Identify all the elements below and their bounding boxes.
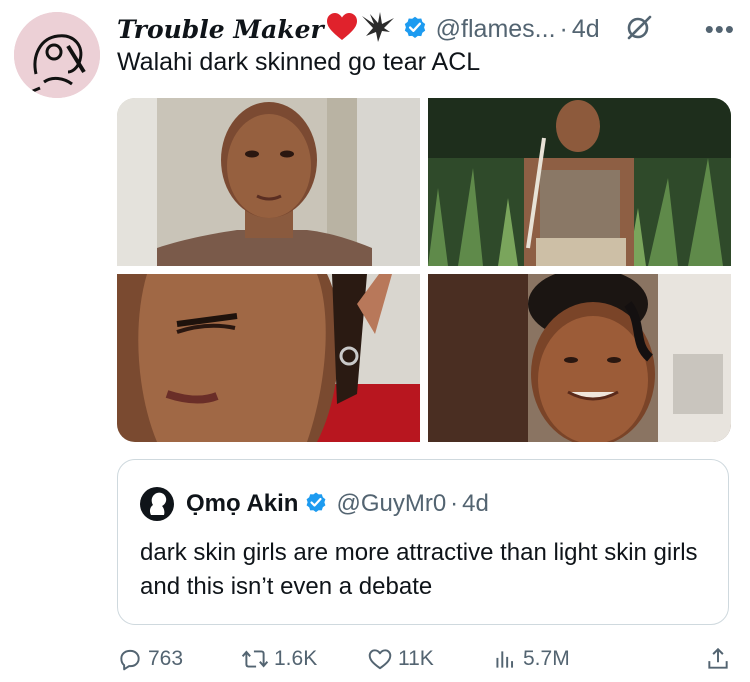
like-count: 11K bbox=[398, 647, 434, 670]
tweet-header: Trouble Maker @flames... · 4d ••• bbox=[117, 10, 737, 49]
verified-badge-icon[interactable] bbox=[402, 14, 428, 45]
quoted-author-name[interactable]: Ọmọ Akin bbox=[186, 490, 298, 518]
reply-icon bbox=[120, 649, 140, 671]
action-bar: 763 1.6K 11K 5.7M bbox=[117, 644, 737, 674]
tweet-time[interactable]: 4d bbox=[572, 15, 600, 44]
like-button[interactable]: 11K bbox=[367, 644, 434, 674]
quoted-author-avatar[interactable] bbox=[140, 487, 174, 521]
photo-3[interactable] bbox=[117, 274, 420, 442]
photo-2[interactable] bbox=[428, 98, 731, 266]
quoted-tweet-time[interactable]: 4d bbox=[462, 490, 489, 518]
reply-count: 763 bbox=[148, 647, 184, 670]
quoted-tweet[interactable]: Ọmọ Akin @GuyMr0 · 4d dark skin girls ar… bbox=[117, 459, 729, 625]
repost-button[interactable]: 1.6K bbox=[241, 644, 317, 674]
quoted-tweet-text: dark skin girls are more attractive than… bbox=[140, 539, 698, 600]
heart-icon bbox=[368, 649, 392, 670]
photo-4[interactable] bbox=[428, 274, 731, 442]
verified-badge-icon[interactable] bbox=[304, 490, 328, 519]
author-display-name[interactable]: Trouble Maker bbox=[117, 15, 324, 44]
author-avatar[interactable] bbox=[14, 12, 100, 98]
share-icon bbox=[708, 647, 728, 669]
tweet-text: Walahi dark skinned go tear ACL bbox=[117, 48, 481, 76]
repost-count: 1.6K bbox=[274, 647, 318, 670]
quoted-author-handle[interactable]: @GuyMr0 bbox=[336, 490, 446, 518]
separator-dot: · bbox=[559, 14, 568, 43]
views-count: 5.7M bbox=[523, 647, 570, 670]
share-button[interactable] bbox=[705, 644, 736, 674]
more-icon[interactable]: ••• bbox=[705, 14, 735, 45]
quoted-tweet-header: Ọmọ Akin @GuyMr0 · 4d bbox=[140, 486, 489, 522]
reply-button[interactable]: 763 bbox=[117, 644, 183, 674]
photo-1[interactable] bbox=[117, 98, 420, 266]
media-grid bbox=[117, 98, 731, 442]
grok-icon[interactable] bbox=[626, 14, 652, 45]
views-button[interactable]: 5.7M bbox=[492, 644, 570, 674]
author-handle[interactable]: @flames... bbox=[436, 15, 556, 44]
red-heart-icon bbox=[326, 12, 358, 47]
views-icon bbox=[496, 651, 514, 668]
eagle-icon bbox=[360, 10, 396, 49]
repost-icon bbox=[241, 650, 269, 668]
separator-dot: · bbox=[450, 490, 459, 517]
